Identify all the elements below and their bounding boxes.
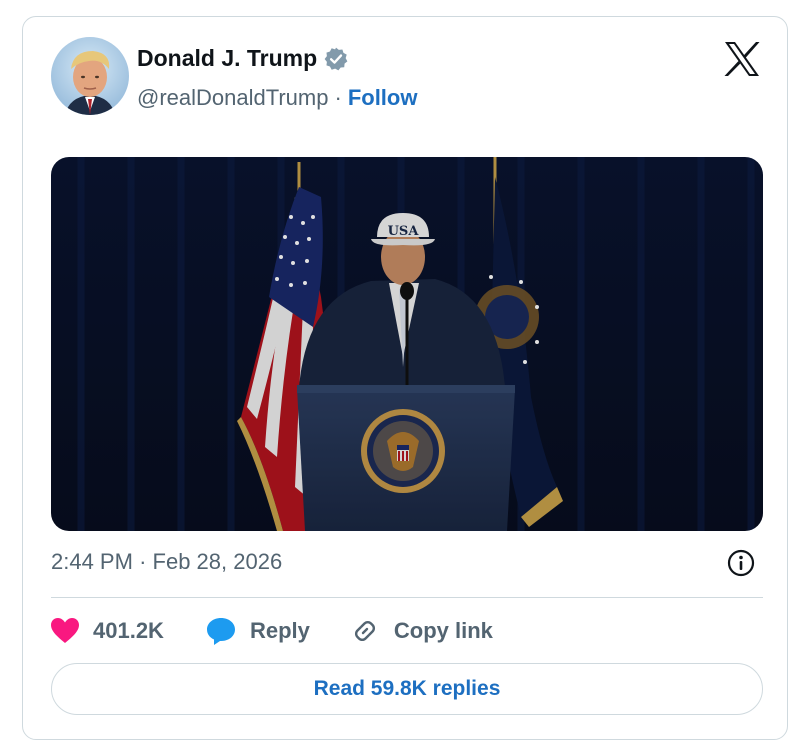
read-replies-label: Read 59.8K replies xyxy=(313,677,501,700)
follow-button[interactable]: Follow xyxy=(348,85,418,111)
tweet-date: Feb 28, 2026 xyxy=(152,549,283,574)
likes-count: 401.2K xyxy=(93,618,164,643)
tweet-photo[interactable]: USA xyxy=(51,157,763,531)
like-button[interactable]: 401.2K xyxy=(51,618,164,644)
author-handle-row: @realDonaldTrump · Follow xyxy=(137,85,417,111)
avatar[interactable] xyxy=(51,37,129,115)
author-display-name[interactable]: Donald J. Trump xyxy=(137,45,317,72)
x-logo-icon[interactable] xyxy=(723,41,761,77)
heart-icon xyxy=(51,618,79,643)
link-icon xyxy=(354,621,375,641)
tweet-actions: 401.2K Reply Copy link xyxy=(51,613,493,649)
author-handle[interactable]: @realDonaldTrump xyxy=(137,85,328,111)
copy-link-button[interactable]: Copy link xyxy=(350,616,493,646)
reply-button[interactable]: Reply xyxy=(206,617,310,645)
tweet-embed-card: Donald J. Trump @realDonaldTrump · Follo… xyxy=(22,16,788,740)
divider xyxy=(51,597,763,598)
reply-bubble-icon xyxy=(206,618,235,645)
read-replies-button[interactable]: Read 59.8K replies xyxy=(51,663,763,715)
info-icon[interactable] xyxy=(726,548,756,578)
photo-president-at-podium: USA xyxy=(51,157,763,531)
timestamp-separator: · xyxy=(139,549,147,574)
tweet-time: 2:44 PM xyxy=(51,549,133,574)
reply-label: Reply xyxy=(249,618,310,643)
avatar-image xyxy=(51,37,129,115)
verified-badge-icon xyxy=(323,46,349,72)
tweet-timestamp[interactable]: 2:44 PM · Feb 28, 2026 xyxy=(51,549,282,575)
handle-separator: · xyxy=(334,85,342,110)
copy-link-label: Copy link xyxy=(393,618,493,643)
author-name-row: Donald J. Trump xyxy=(137,45,349,72)
